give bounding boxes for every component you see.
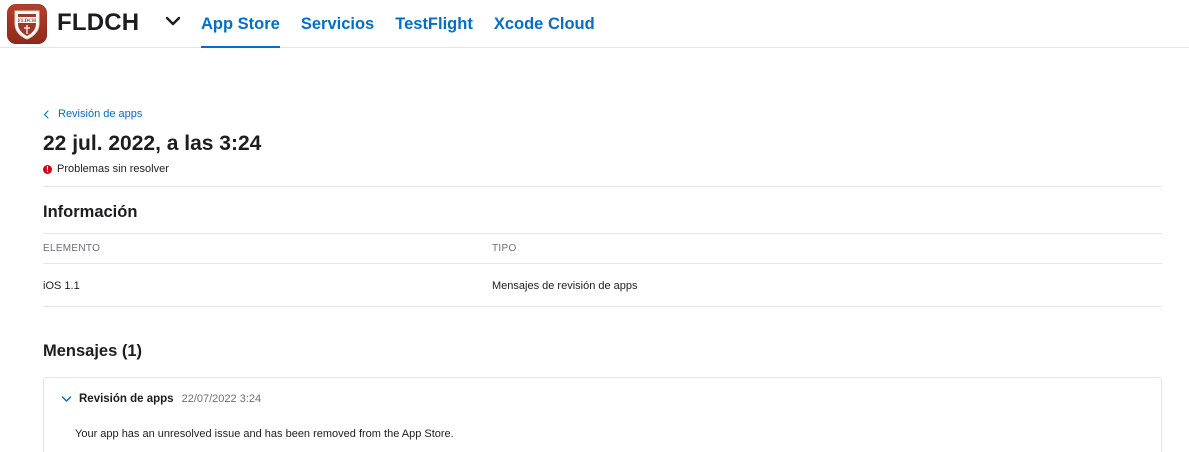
top-navigation-bar: FLDCH FLDCH App Store Servicios TestFlig… xyxy=(0,0,1189,48)
error-icon xyxy=(43,164,52,175)
column-header-elemento: ELEMENTO xyxy=(43,243,101,254)
chevron-down-icon[interactable] xyxy=(165,15,181,27)
message-title[interactable]: Revisión de apps xyxy=(79,393,174,405)
divider xyxy=(43,186,1162,187)
message-date: 22/07/2022 3:24 xyxy=(181,393,262,405)
chevron-left-icon xyxy=(43,109,49,119)
column-header-tipo: TIPO xyxy=(492,243,517,254)
nav-tabs: App Store Servicios TestFlight Xcode Clo… xyxy=(201,15,616,48)
message-header[interactable]: Revisión de apps 22/07/2022 3:24 xyxy=(61,393,261,405)
shield-logo-icon: FLDCH xyxy=(14,10,40,40)
tab-app-store[interactable]: App Store xyxy=(201,15,280,48)
messages-section-title: Mensajes (1) xyxy=(43,342,143,360)
message-card: Revisión de apps 22/07/2022 3:24 Your ap… xyxy=(43,377,1162,452)
tab-xcode-cloud[interactable]: Xcode Cloud xyxy=(494,15,595,48)
app-name[interactable]: FLDCH xyxy=(57,9,139,37)
message-body: Your app has an unresolved issue and has… xyxy=(75,428,454,440)
divider xyxy=(43,263,1162,264)
app-icon-text: FLDCH xyxy=(18,18,37,24)
breadcrumb-label[interactable]: Revisión de apps xyxy=(58,108,142,120)
tab-testflight[interactable]: TestFlight xyxy=(395,15,473,48)
tab-servicios[interactable]: Servicios xyxy=(301,15,374,48)
table-cell-tipo: Mensajes de revisión de apps xyxy=(492,280,638,292)
chevron-down-icon[interactable] xyxy=(61,395,72,403)
status-text: Problemas sin resolver xyxy=(57,163,169,175)
divider xyxy=(43,233,1162,234)
page-title: 22 jul. 2022, a las 3:24 xyxy=(43,132,262,155)
status-indicator: Problemas sin resolver xyxy=(43,163,169,175)
breadcrumb[interactable]: Revisión de apps xyxy=(43,108,142,120)
divider xyxy=(43,306,1162,307)
table-cell-elemento[interactable]: iOS 1.1 xyxy=(43,280,80,292)
info-section-title: Información xyxy=(43,203,138,221)
app-icon[interactable]: FLDCH xyxy=(7,4,47,44)
